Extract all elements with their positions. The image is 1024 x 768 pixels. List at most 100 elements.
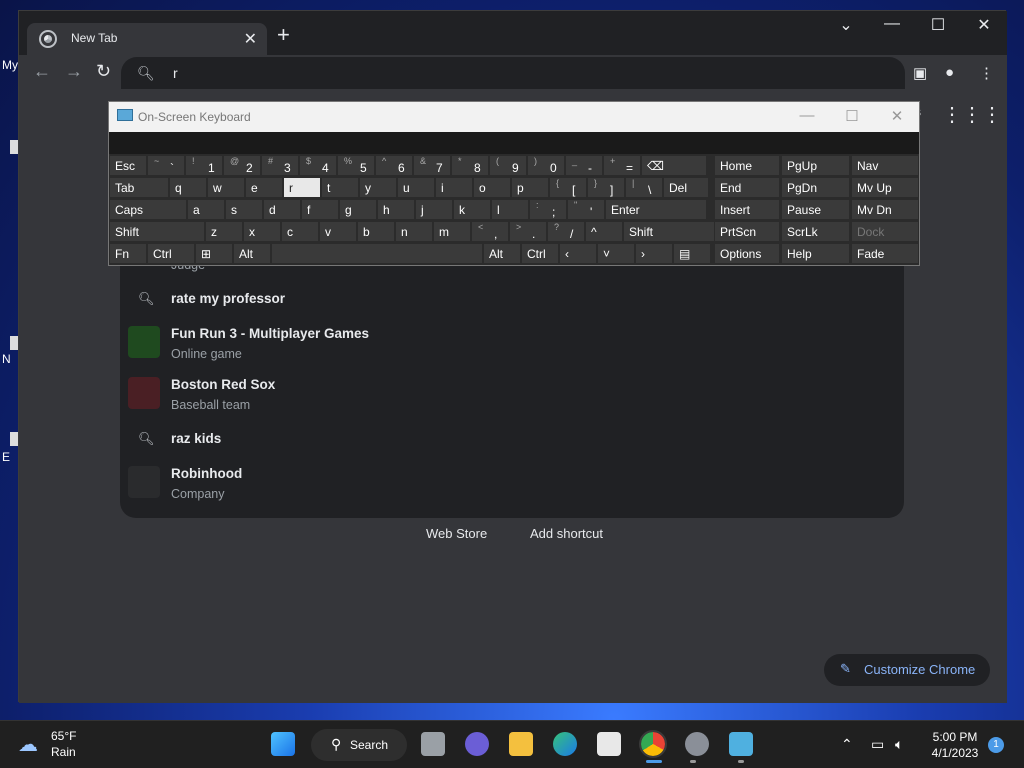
osk-nav-key[interactable]: Mv Up bbox=[851, 177, 919, 198]
osk-key[interactable]: ^ bbox=[585, 221, 623, 242]
desktop-icon-label[interactable]: N bbox=[2, 352, 11, 366]
osk-key[interactable]: w bbox=[207, 177, 245, 198]
osk-key[interactable]: #3 bbox=[261, 155, 299, 176]
show-hidden-icons-chevron-icon[interactable]: ⌃ bbox=[841, 736, 853, 753]
chrome-taskbar-icon[interactable] bbox=[639, 730, 667, 758]
volume-icon[interactable]: 🔈︎ bbox=[895, 736, 903, 753]
desktop-icon-label[interactable]: E bbox=[2, 450, 10, 464]
osk-key[interactable]: n bbox=[395, 221, 433, 242]
task-view-icon[interactable] bbox=[421, 732, 445, 756]
osk-key[interactable]: _ - bbox=[565, 155, 603, 176]
add-shortcut-button[interactable]: Add shortcut bbox=[530, 526, 603, 541]
osk-key[interactable]: ~ ` bbox=[147, 155, 185, 176]
osk-key[interactable]: ^ 6 bbox=[375, 155, 413, 176]
osk-key[interactable]: @2 bbox=[223, 155, 261, 176]
osk-key[interactable]: y bbox=[359, 177, 397, 198]
osk-key[interactable]: % 5 bbox=[337, 155, 375, 176]
tab-search-icon[interactable]: ⌄ bbox=[823, 15, 869, 35]
desktop-icon[interactable] bbox=[10, 336, 18, 350]
osk-nav-key[interactable]: PgUp bbox=[781, 155, 850, 176]
minimize-button[interactable]: — bbox=[869, 15, 915, 33]
address-bar[interactable]: 🔍︎ r bbox=[121, 57, 905, 89]
back-arrow-icon[interactable]: ← bbox=[33, 61, 51, 82]
profile-icon[interactable]: ● bbox=[945, 64, 954, 81]
osk-key[interactable]: Enter bbox=[605, 199, 707, 220]
tab-new-tab[interactable]: New Tab ✕ bbox=[27, 23, 267, 55]
osk-key[interactable]: {[ bbox=[549, 177, 587, 198]
osk-key[interactable]: a bbox=[187, 199, 225, 220]
osk-nav-key[interactable]: Pause bbox=[781, 199, 850, 220]
file-explorer-icon[interactable] bbox=[509, 732, 533, 756]
suggestion-item[interactable]: Boston Red Sox Baseball team bbox=[120, 377, 904, 417]
osk-key[interactable]: | \ bbox=[625, 177, 663, 198]
osk-key[interactable]: v bbox=[319, 221, 357, 242]
osk-key[interactable]: }] bbox=[587, 177, 625, 198]
desktop-icon[interactable] bbox=[10, 140, 18, 154]
menu-kebab-icon[interactable]: ⋮ bbox=[979, 64, 994, 82]
osk-key[interactable]: g bbox=[339, 199, 377, 220]
osk-key[interactable]: >. bbox=[509, 221, 547, 242]
osk-title-bar[interactable]: On-Screen Keyboard — ☐ ✕ bbox=[109, 102, 919, 132]
address-bar-text[interactable]: r bbox=[173, 65, 178, 81]
suggestion-item[interactable]: Fun Run 3 - Multiplayer Games Online gam… bbox=[120, 326, 904, 366]
osk-key[interactable]: * 8 bbox=[451, 155, 489, 176]
osk-key[interactable]: Tab bbox=[109, 177, 169, 198]
side-panel-icon[interactable]: ▣ bbox=[913, 64, 927, 82]
osk-key[interactable]: e bbox=[245, 177, 283, 198]
osk-key[interactable]: ▤ bbox=[673, 243, 711, 264]
osk-key[interactable]: j bbox=[415, 199, 453, 220]
close-tab-icon[interactable]: ✕ bbox=[244, 29, 257, 49]
osk-nav-key[interactable]: Nav bbox=[851, 155, 919, 176]
forward-arrow-icon[interactable]: → bbox=[65, 61, 83, 82]
network-icon[interactable]: ▭ bbox=[871, 736, 884, 753]
osk-key[interactable]: l bbox=[491, 199, 529, 220]
osk-key[interactable]: Del bbox=[663, 177, 709, 198]
osk-key[interactable]: " ' bbox=[567, 199, 605, 220]
osk-key[interactable]: Ctrl bbox=[147, 243, 195, 264]
osk-close-button[interactable]: ✕ bbox=[874, 107, 920, 125]
osk-nav-key[interactable]: Help bbox=[781, 243, 850, 264]
osk-nav-key[interactable]: Mv Dn bbox=[851, 199, 919, 220]
osk-key[interactable]: h bbox=[377, 199, 415, 220]
teams-chat-icon[interactable] bbox=[465, 732, 489, 756]
osk-key[interactable]: r bbox=[283, 177, 321, 198]
osk-key[interactable]: m bbox=[433, 221, 471, 242]
osk-taskbar-icon[interactable] bbox=[729, 732, 753, 756]
weather-temp[interactable]: 65°F bbox=[51, 729, 76, 743]
osk-key[interactable]: Esc bbox=[109, 155, 147, 176]
store-icon[interactable] bbox=[597, 732, 621, 756]
osk-key[interactable] bbox=[271, 243, 483, 264]
osk-key[interactable]: d bbox=[263, 199, 301, 220]
osk-nav-key[interactable]: End bbox=[714, 177, 780, 198]
osk-nav-key[interactable]: Insert bbox=[714, 199, 780, 220]
osk-key[interactable]: o bbox=[473, 177, 511, 198]
osk-key[interactable]: + = bbox=[603, 155, 641, 176]
apps-grid-icon[interactable]: ⋮⋮⋮ bbox=[942, 102, 1002, 127]
osk-key[interactable]: ⌫ bbox=[641, 155, 707, 176]
desktop-icon[interactable] bbox=[10, 432, 18, 446]
osk-key[interactable]: ⊞ bbox=[195, 243, 233, 264]
osk-key[interactable]: Caps bbox=[109, 199, 187, 220]
weather-condition[interactable]: Rain bbox=[51, 745, 76, 759]
osk-key[interactable]: Shift bbox=[623, 221, 715, 242]
osk-key[interactable]: Alt bbox=[483, 243, 521, 264]
taskbar-search[interactable]: ⚲ Search bbox=[311, 729, 407, 761]
osk-key[interactable]: :; bbox=[529, 199, 567, 220]
osk-key[interactable]: t bbox=[321, 177, 359, 198]
osk-key[interactable]: $4 bbox=[299, 155, 337, 176]
osk-key[interactable]: k bbox=[453, 199, 491, 220]
customize-chrome-button[interactable]: ✎ Customize Chrome bbox=[824, 654, 990, 686]
maximize-button[interactable]: ☐ bbox=[915, 15, 961, 35]
start-windows-icon[interactable] bbox=[271, 732, 295, 756]
suggestion-item[interactable]: Robinhood Company bbox=[120, 466, 904, 506]
osk-key[interactable]: ‹ bbox=[559, 243, 597, 264]
osk-key[interactable]: p bbox=[511, 177, 549, 198]
osk-key[interactable]: › bbox=[635, 243, 673, 264]
close-window-button[interactable]: ✕ bbox=[961, 15, 1007, 35]
osk-nav-key[interactable]: PgDn bbox=[781, 177, 850, 198]
osk-nav-key[interactable]: PrtScn bbox=[714, 221, 780, 242]
osk-key[interactable]: i bbox=[435, 177, 473, 198]
osk-key[interactable]: z bbox=[205, 221, 243, 242]
osk-key[interactable]: b bbox=[357, 221, 395, 242]
osk-minimize-button[interactable]: — bbox=[784, 107, 830, 124]
